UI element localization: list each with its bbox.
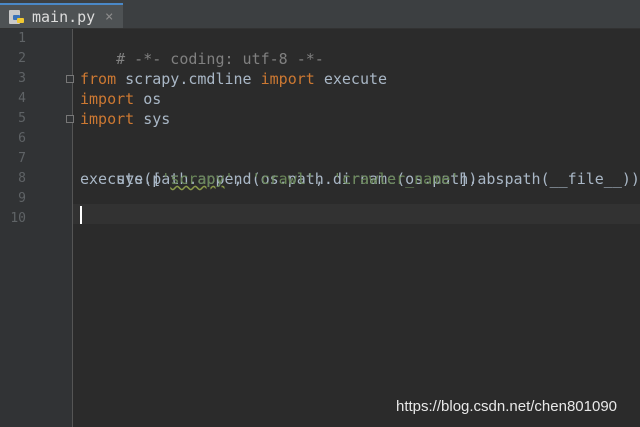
line-number: 1 — [18, 31, 26, 46]
code-line-3: from scrapy.cmdline import execute — [80, 69, 387, 89]
fold-marker-icon[interactable] — [66, 75, 74, 83]
code-text: sys — [134, 110, 171, 128]
string-quote: ' — [224, 170, 234, 188]
code-text: scrapy.cmdline — [116, 70, 261, 88]
line-number: 3 — [18, 71, 26, 86]
tab-label: main.py — [32, 8, 96, 26]
fold-marker-icon[interactable] — [66, 115, 74, 123]
line-number: 9 — [18, 191, 26, 206]
code-line-5: import sys — [80, 109, 170, 129]
line-number: 2 — [18, 51, 26, 66]
line-number: 10 — [10, 211, 26, 226]
keyword: import — [260, 70, 315, 88]
line-number-gutter: 1 2 3 4 5 6 7 8 9 10 — [0, 29, 74, 427]
code-text: os — [134, 90, 162, 108]
string-literal-spellcheck: scrapy — [170, 170, 225, 188]
line-number: 7 — [18, 151, 26, 166]
text-caret — [80, 206, 82, 224]
code-text: ]) — [459, 170, 478, 188]
code-text: , — [233, 170, 252, 188]
editor-tab-bar: main.py × — [0, 0, 640, 29]
code-line-8: execute(['scrapy', 'crawl', 'crawler_nam… — [80, 169, 477, 189]
watermark: https://blog.csdn.net/chen801090 — [396, 398, 618, 415]
code-line-7: sys.path.append(os.path.dirname(os.path.… — [80, 149, 640, 188]
string-literal: 'crawl' — [251, 170, 315, 188]
line-number: 6 — [18, 131, 26, 146]
code-text: execute — [314, 70, 388, 88]
line-number: 8 — [18, 171, 26, 186]
keyword: import — [80, 110, 135, 128]
keyword: from — [80, 70, 117, 88]
close-icon[interactable]: × — [105, 9, 113, 25]
current-line-highlight — [73, 204, 640, 224]
code-text: execute([ — [80, 170, 162, 188]
line-number: 4 — [18, 91, 26, 106]
code-line-1: # -*- coding: utf-8 -*- — [80, 29, 324, 68]
code-line-4: import os — [80, 89, 161, 109]
tab-main-py[interactable]: main.py × — [0, 3, 123, 28]
string-quote: ' — [161, 170, 171, 188]
keyword: import — [80, 90, 135, 108]
string-literal: 'crawler_name' — [332, 170, 460, 188]
python-file-icon — [8, 10, 26, 26]
line-number: 5 — [18, 111, 26, 126]
code-text: , — [314, 170, 333, 188]
comment: # -*- coding: utf-8 -*- — [116, 50, 324, 68]
